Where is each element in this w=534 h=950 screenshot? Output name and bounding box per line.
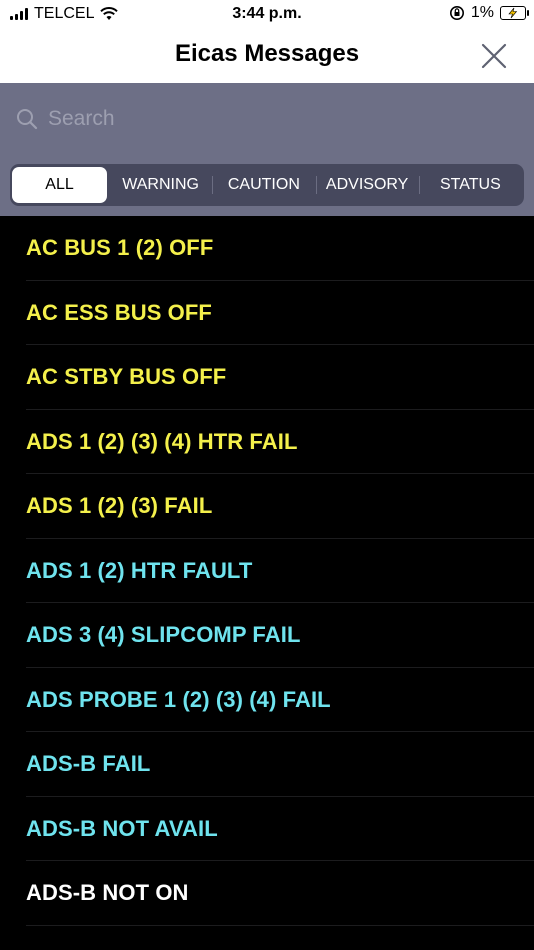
tab-advisory[interactable]: ADVISORY [315, 167, 419, 203]
search-bar[interactable] [16, 99, 516, 139]
list-item[interactable]: ADS-B FAIL [0, 732, 534, 797]
app-screen: TELCEL 3:44 p.m. 1% Eicas Messages Searc… [0, 0, 534, 950]
tab-status[interactable]: STATUS [418, 167, 522, 203]
list-item[interactable]: ADS PROBE 1 (2) (3) (4) FAIL [0, 668, 534, 733]
status-bar: TELCEL 3:44 p.m. 1% [0, 0, 534, 30]
list-item[interactable]: AC STBY BUS OFF [0, 345, 534, 410]
message-text: ADS-B NOT ON [26, 880, 189, 906]
message-text: AC STBY BUS OFF [26, 364, 227, 390]
close-icon[interactable] [480, 42, 508, 70]
list-item[interactable]: AC BUS 1 (2) OFF [0, 216, 534, 281]
search-icon [17, 109, 38, 130]
message-list: AC BUS 1 (2) OFF AC ESS BUS OFF AC STBY … [0, 216, 534, 926]
message-text: ADS 1 (2) HTR FAULT [26, 557, 253, 583]
list-item[interactable]: AC ESS BUS OFF [0, 281, 534, 346]
battery-percent: 1% [470, 4, 494, 21]
message-text: ADS 1 (2) (3) FAIL [26, 493, 213, 519]
message-text: ADS PROBE 1 (2) (3) (4) FAIL [26, 686, 331, 712]
tab-all[interactable]: ALL [12, 167, 107, 203]
status-right: 1% [449, 4, 529, 22]
message-text: ADS-B FAIL [26, 751, 151, 777]
category-segmented-control: ALL WARNING CAUTION ADVISORY STATUS [10, 164, 524, 206]
message-text: ADS 3 (4) SLIPCOMP FAIL [26, 622, 301, 648]
message-text: AC ESS BUS OFF [26, 299, 212, 325]
page-title: Eicas Messages [174, 40, 360, 67]
message-text: AC BUS 1 (2) OFF [26, 235, 214, 261]
tab-warning[interactable]: WARNING [109, 167, 212, 203]
tab-caution[interactable]: CAUTION [212, 167, 315, 203]
list-item[interactable]: ADS-B NOT ON [0, 861, 534, 926]
message-text: ADS-B NOT AVAIL [26, 815, 218, 841]
orientation-lock-icon [449, 6, 464, 20]
list-item[interactable]: ADS-B NOT AVAIL [0, 797, 534, 862]
filter-area: ALL WARNING CAUTION ADVISORY STATUS [0, 83, 534, 216]
list-item[interactable]: ADS 1 (2) HTR FAULT [0, 539, 534, 604]
list-item[interactable]: ADS 3 (4) SLIPCOMP FAIL [0, 603, 534, 668]
battery-icon [500, 6, 529, 20]
list-item[interactable]: ADS 1 (2) (3) FAIL [0, 474, 534, 539]
navigation-bar: Eicas Messages [0, 30, 534, 83]
search-input[interactable] [46, 106, 490, 132]
message-text: ADS 1 (2) (3) (4) HTR FAIL [26, 428, 298, 454]
list-item[interactable]: ADS 1 (2) (3) (4) HTR FAIL [0, 410, 534, 475]
